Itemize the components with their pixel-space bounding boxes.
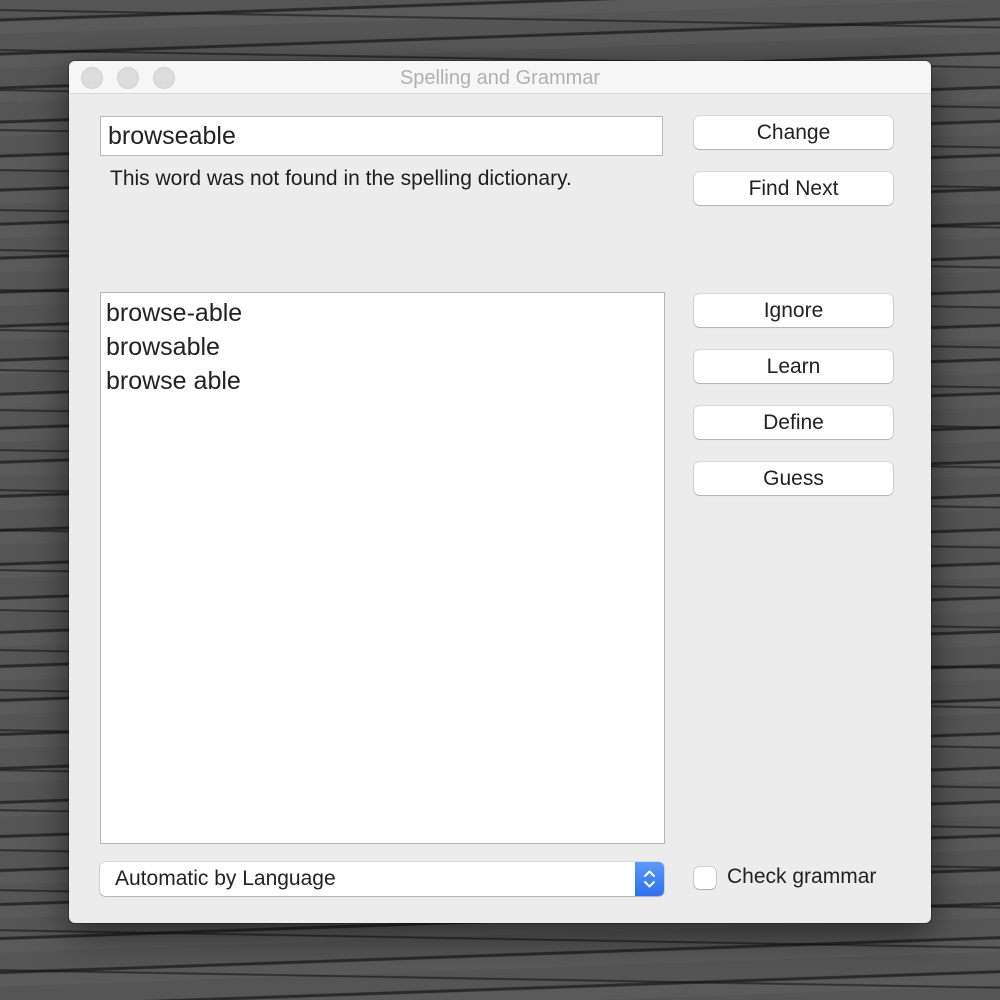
spelling-grammar-window: Spelling and Grammar browseable This wor… <box>69 61 931 923</box>
window-title: Spelling and Grammar <box>399 67 601 89</box>
guess-button[interactable]: Guess <box>694 462 893 495</box>
up-down-chevron-icon <box>635 862 664 896</box>
define-button[interactable]: Define <box>694 406 893 439</box>
misspelled-word-field[interactable]: browseable <box>100 116 663 156</box>
ignore-button[interactable]: Ignore <box>694 294 893 327</box>
language-select[interactable]: Automatic by Language <box>100 862 664 896</box>
language-select-value: Automatic by Language <box>115 867 336 890</box>
title-bar[interactable]: Spelling and Grammar <box>69 61 931 94</box>
suggestion-item[interactable]: browsable <box>101 330 664 364</box>
suggestions-list[interactable]: browse-able browsable browse able <box>100 292 665 844</box>
suggestion-item[interactable]: browse able <box>101 364 664 398</box>
find-next-button[interactable]: Find Next <box>694 172 893 205</box>
check-grammar-checkbox[interactable] <box>694 867 716 889</box>
status-message: This word was not found in the spelling … <box>110 167 572 190</box>
suggestion-item[interactable]: browse-able <box>101 296 664 330</box>
check-grammar-label[interactable]: Check grammar <box>727 865 876 889</box>
change-button[interactable]: Change <box>694 116 893 149</box>
learn-button[interactable]: Learn <box>694 350 893 383</box>
